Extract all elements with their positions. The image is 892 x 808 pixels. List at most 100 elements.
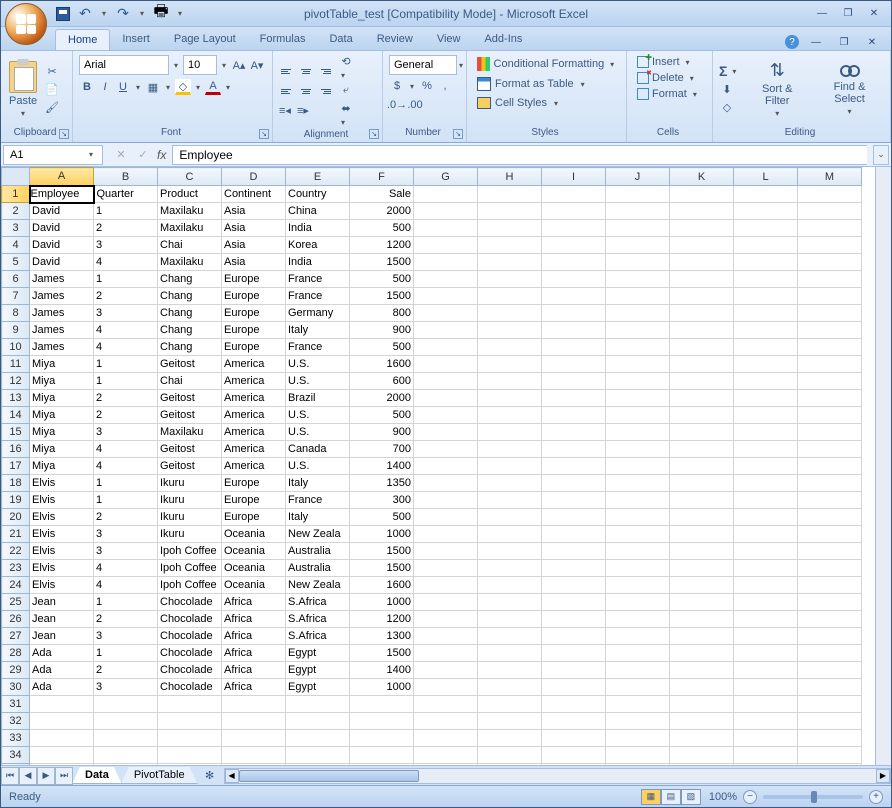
- cell[interactable]: 4: [94, 577, 158, 594]
- cell[interactable]: [606, 764, 670, 766]
- cell[interactable]: [606, 203, 670, 220]
- cell[interactable]: [158, 747, 222, 764]
- cell[interactable]: Asia: [222, 237, 286, 254]
- cell[interactable]: Product: [158, 186, 222, 203]
- cell[interactable]: [158, 764, 222, 766]
- save-icon[interactable]: [55, 6, 71, 22]
- cell[interactable]: Elvis: [30, 526, 94, 543]
- cell[interactable]: [478, 492, 542, 509]
- column-header[interactable]: F: [350, 168, 414, 186]
- cell[interactable]: [670, 373, 734, 390]
- row-header[interactable]: 8: [2, 305, 30, 322]
- cell[interactable]: [606, 424, 670, 441]
- fill-color-icon[interactable]: ◇: [175, 79, 191, 95]
- cell[interactable]: [798, 645, 862, 662]
- cell[interactable]: 900: [350, 424, 414, 441]
- cell[interactable]: [606, 390, 670, 407]
- cell[interactable]: [542, 339, 606, 356]
- cell[interactable]: [734, 203, 798, 220]
- cell[interactable]: [798, 594, 862, 611]
- cell[interactable]: Elvis: [30, 492, 94, 509]
- cell[interactable]: [158, 730, 222, 747]
- cell[interactable]: [542, 526, 606, 543]
- align-left-icon[interactable]: [277, 82, 295, 100]
- cell[interactable]: [542, 730, 606, 747]
- cell[interactable]: 2: [94, 509, 158, 526]
- cell[interactable]: Europe: [222, 475, 286, 492]
- cell[interactable]: Chocolade: [158, 628, 222, 645]
- insert-worksheet-icon[interactable]: ✻: [202, 768, 218, 784]
- cell[interactable]: [670, 254, 734, 271]
- cell[interactable]: 3: [94, 628, 158, 645]
- cell[interactable]: [670, 424, 734, 441]
- cell[interactable]: Korea: [286, 237, 350, 254]
- cell[interactable]: [606, 373, 670, 390]
- row-header[interactable]: 28: [2, 645, 30, 662]
- row-header[interactable]: 19: [2, 492, 30, 509]
- find-select-button[interactable]: Find & Select▾: [813, 61, 886, 118]
- close-button[interactable]: ✕: [863, 6, 885, 22]
- delete-cells-button[interactable]: Delete▾: [633, 71, 706, 85]
- cell[interactable]: [478, 645, 542, 662]
- cell[interactable]: [798, 288, 862, 305]
- tab-formulas[interactable]: Formulas: [248, 29, 318, 50]
- cell[interactable]: [670, 220, 734, 237]
- cell[interactable]: S.Africa: [286, 628, 350, 645]
- cell[interactable]: [606, 662, 670, 679]
- name-box[interactable]: A1▾: [3, 145, 103, 165]
- cell[interactable]: Australia: [286, 543, 350, 560]
- cell[interactable]: 1: [94, 492, 158, 509]
- cell[interactable]: [670, 475, 734, 492]
- fill-icon[interactable]: ⬇: [719, 81, 735, 97]
- cell[interactable]: [542, 186, 606, 203]
- cell[interactable]: [606, 220, 670, 237]
- sheet-nav-last[interactable]: ⏭: [55, 767, 73, 785]
- cell[interactable]: [30, 696, 94, 713]
- office-button[interactable]: [5, 3, 47, 45]
- enter-formula-icon[interactable]: ✓: [135, 147, 151, 163]
- cell[interactable]: [286, 696, 350, 713]
- cell[interactable]: [414, 322, 478, 339]
- cell[interactable]: [542, 696, 606, 713]
- cancel-formula-icon[interactable]: ✕: [113, 147, 129, 163]
- qat-customize-dropdown[interactable]: ▾: [175, 9, 185, 18]
- row-header[interactable]: 17: [2, 458, 30, 475]
- cell[interactable]: [478, 407, 542, 424]
- cell[interactable]: [414, 305, 478, 322]
- cell[interactable]: Australia: [286, 560, 350, 577]
- row-header[interactable]: 5: [2, 254, 30, 271]
- column-header[interactable]: D: [222, 168, 286, 186]
- cell[interactable]: [798, 441, 862, 458]
- cell[interactable]: New Zeala: [286, 526, 350, 543]
- cell[interactable]: Germany: [286, 305, 350, 322]
- row-header[interactable]: 10: [2, 339, 30, 356]
- cell[interactable]: [798, 475, 862, 492]
- cell[interactable]: [798, 747, 862, 764]
- row-header[interactable]: 6: [2, 271, 30, 288]
- cell[interactable]: [542, 390, 606, 407]
- cell[interactable]: James: [30, 322, 94, 339]
- cell[interactable]: 4: [94, 560, 158, 577]
- cell[interactable]: [734, 577, 798, 594]
- cell[interactable]: Asia: [222, 254, 286, 271]
- tab-insert[interactable]: Insert: [110, 29, 162, 50]
- grid-scroll[interactable]: ABCDEFGHIJKLM1EmployeeQuarterProductCont…: [1, 167, 875, 765]
- cell[interactable]: 500: [350, 407, 414, 424]
- align-right-icon[interactable]: [317, 82, 335, 100]
- cell[interactable]: [670, 458, 734, 475]
- cell[interactable]: Ipoh Coffee: [158, 560, 222, 577]
- cell[interactable]: Maxilaku: [158, 254, 222, 271]
- cell[interactable]: [414, 254, 478, 271]
- cell[interactable]: Geitost: [158, 441, 222, 458]
- cell[interactable]: [606, 747, 670, 764]
- cell[interactable]: [670, 628, 734, 645]
- cell[interactable]: [670, 407, 734, 424]
- redo-dropdown[interactable]: ▾: [137, 9, 147, 18]
- fx-icon[interactable]: fx: [157, 148, 166, 162]
- cell[interactable]: Miya: [30, 373, 94, 390]
- cell[interactable]: Jean: [30, 611, 94, 628]
- cell[interactable]: [670, 696, 734, 713]
- row-header[interactable]: 9: [2, 322, 30, 339]
- merge-center-icon[interactable]: ⬌: [338, 100, 354, 116]
- decrease-indent-icon[interactable]: ≡◂: [277, 102, 293, 118]
